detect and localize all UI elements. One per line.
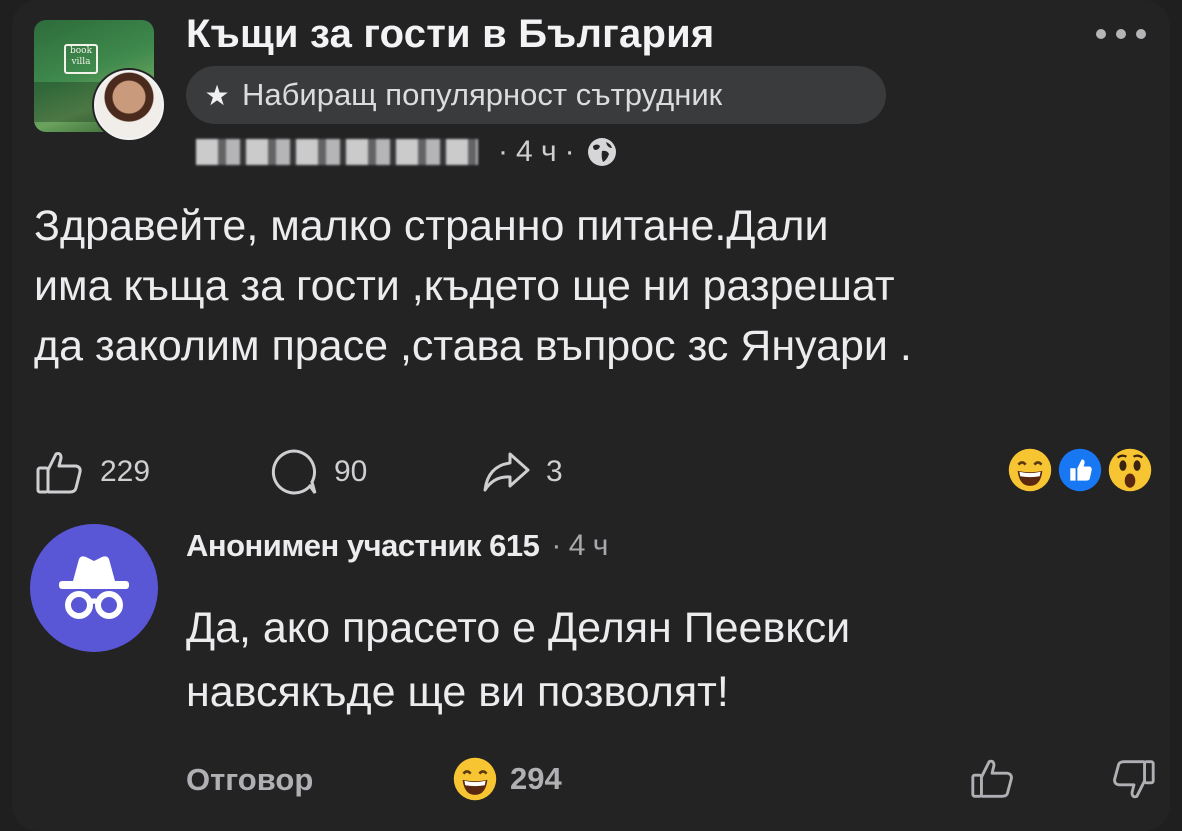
comment-author[interactable]: Анонимен участник 615 · 4 ч: [186, 528, 608, 564]
anonymous-avatar[interactable]: [30, 524, 158, 652]
wow-emoji-icon: [1104, 444, 1156, 496]
post-meta: · 4 ч ·: [196, 132, 617, 172]
comment-reaction-summary[interactable]: 294: [452, 756, 562, 802]
contributor-badge[interactable]: ★ Набиращ популярност сътрудник: [186, 66, 886, 124]
post-body: Здравейте, малко странно питане.Дали има…: [34, 202, 912, 370]
globe-icon: [587, 138, 616, 166]
anonymous-incognito-icon: [59, 556, 129, 619]
comment-body: Да, ако прасето е Делян Пеевкси навсякъд…: [186, 604, 851, 716]
laughing-emoji-icon: [453, 757, 497, 801]
group-name[interactable]: Къщи за гости в България: [186, 12, 714, 57]
comment-bubble-icon: [271, 449, 317, 495]
reaction-summary[interactable]: [1004, 444, 1160, 496]
author-avatar[interactable]: [92, 68, 166, 142]
comment-button[interactable]: 90: [268, 446, 367, 498]
redacted-author-name: [196, 139, 478, 165]
like-count: 229: [100, 455, 151, 488]
share-arrow-icon: [483, 452, 530, 492]
post-time[interactable]: 4 ч: [516, 135, 557, 169]
star-icon: ★: [204, 79, 230, 111]
laughing-emoji-icon: [1004, 444, 1056, 496]
comment-time[interactable]: · 4 ч: [551, 529, 608, 563]
thumbs-up-icon[interactable]: [968, 754, 1018, 804]
comment-footer: Отговор 294: [186, 752, 1158, 808]
comment-count: 90: [334, 455, 368, 488]
badge-label: Набиращ популярност сътрудник: [242, 77, 723, 112]
comment-reaction-count: 294: [510, 761, 562, 796]
share-button[interactable]: 3: [480, 446, 563, 498]
more-options-icon[interactable]: [1096, 22, 1158, 46]
post-action-bar: 229 90 3: [34, 440, 1160, 500]
share-count: 3: [546, 455, 563, 488]
thumbs-down-icon[interactable]: [1108, 754, 1158, 804]
group-logo: book villa: [64, 44, 98, 74]
reply-button[interactable]: Отговор: [186, 762, 313, 798]
like-emoji-icon: [1054, 444, 1106, 496]
like-button[interactable]: 229: [34, 446, 150, 498]
thumbs-up-icon: [36, 452, 82, 494]
